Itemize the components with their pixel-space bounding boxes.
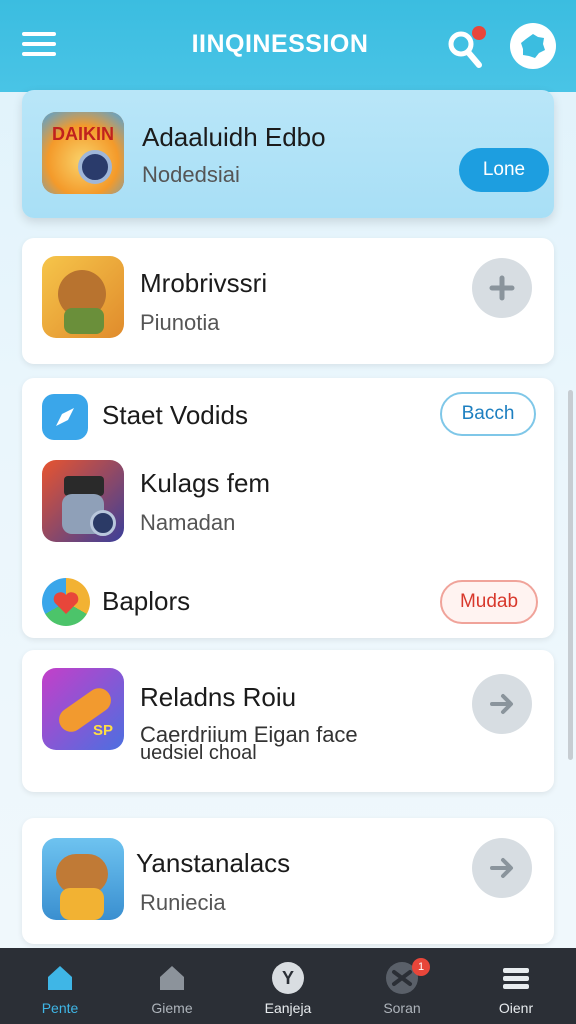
open-button[interactable] xyxy=(472,838,532,898)
nav-label: Soran xyxy=(383,1000,421,1016)
section-title: Staet Vodids xyxy=(102,400,248,430)
compass-icon xyxy=(42,394,88,440)
heart-icon xyxy=(42,578,90,626)
section-footer-button[interactable]: Mudab xyxy=(440,580,538,624)
bottom-navigation: Pente Gieme Y Eanjeja 1 Soran Oienr xyxy=(0,948,576,1024)
nav-item-oienr[interactable]: Oienr xyxy=(466,948,566,1024)
nav-item-eanjeja[interactable]: Y Eanjeja xyxy=(238,948,338,1024)
notification-badge: 1 xyxy=(412,958,430,976)
home-icon xyxy=(48,966,72,990)
section-item-subtitle: Namadan xyxy=(140,510,236,535)
arrow-right-icon xyxy=(490,858,513,878)
daikin-app-icon: DAIKIN xyxy=(42,112,124,194)
app-title: Mrobrivssri xyxy=(140,268,268,298)
nav-label: Gieme xyxy=(151,1000,193,1016)
featured-app-subtitle: Nodedsiai xyxy=(142,162,240,187)
section-action-button[interactable]: Bacch xyxy=(440,392,536,436)
app-card-yanstanalacs[interactable]: Yanstanalacs Runiecia xyxy=(22,818,554,944)
rocket-app-icon: SP xyxy=(42,668,124,750)
nav-item-pente[interactable]: Pente xyxy=(10,948,110,1024)
section-footer-title: Baplors xyxy=(102,586,191,616)
app-subtitle: Runiecia xyxy=(140,890,226,915)
character-app-icon xyxy=(42,256,124,338)
home-icon xyxy=(160,966,184,990)
nav-label: Eanjeja xyxy=(264,1000,312,1016)
hamburger-menu-icon[interactable] xyxy=(22,32,56,58)
section-card-staet-vodids: Staet Vodids Bacch Kulags fem Namadan Ba… xyxy=(22,378,554,638)
featured-app-card[interactable]: DAIKIN Adaaluidh Edbo Nodedsiai Lone xyxy=(22,90,554,218)
app-title: Yanstanalacs xyxy=(136,848,291,878)
app-title: IINQINESSION xyxy=(191,30,369,58)
top-app-bar: IINQINESSION xyxy=(0,0,576,92)
featured-action-button[interactable]: Lone xyxy=(459,148,549,192)
app-icon-badge-text: SP xyxy=(92,722,113,739)
featured-app-title: Adaaluidh Edbo xyxy=(142,122,326,152)
y-badge-icon: Y xyxy=(272,962,304,994)
menu-icon xyxy=(500,962,532,994)
nav-label: Pente xyxy=(41,1000,79,1016)
scrollbar[interactable] xyxy=(568,390,573,760)
hero-app-icon xyxy=(42,838,124,920)
plus-icon xyxy=(489,275,515,301)
notification-dot-icon xyxy=(472,26,486,40)
nav-item-soran[interactable]: 1 Soran xyxy=(352,948,452,1024)
app-subtitle-secondary: uedsiel choal xyxy=(140,742,257,764)
knight-app-icon xyxy=(42,460,124,542)
app-icon-logo-text: DAIKIN xyxy=(52,124,114,144)
section-item-title: Kulags fem xyxy=(140,468,271,498)
arrow-right-icon xyxy=(490,694,513,714)
app-card-mrobrivssri[interactable]: Mrobrivssri Piunotia xyxy=(22,238,554,364)
app-subtitle: Piunotia xyxy=(140,310,220,335)
app-title: Reladns Roiu xyxy=(140,682,297,712)
app-card-reladns-roiu[interactable]: SP Reladns Roiu Caerdriium Eigan face ue… xyxy=(22,650,554,792)
nav-label: Oienr xyxy=(498,1000,534,1016)
add-button[interactable] xyxy=(472,258,532,318)
open-button[interactable] xyxy=(472,674,532,734)
nav-item-gieme[interactable]: Gieme xyxy=(122,948,222,1024)
profile-icon[interactable] xyxy=(510,23,556,69)
